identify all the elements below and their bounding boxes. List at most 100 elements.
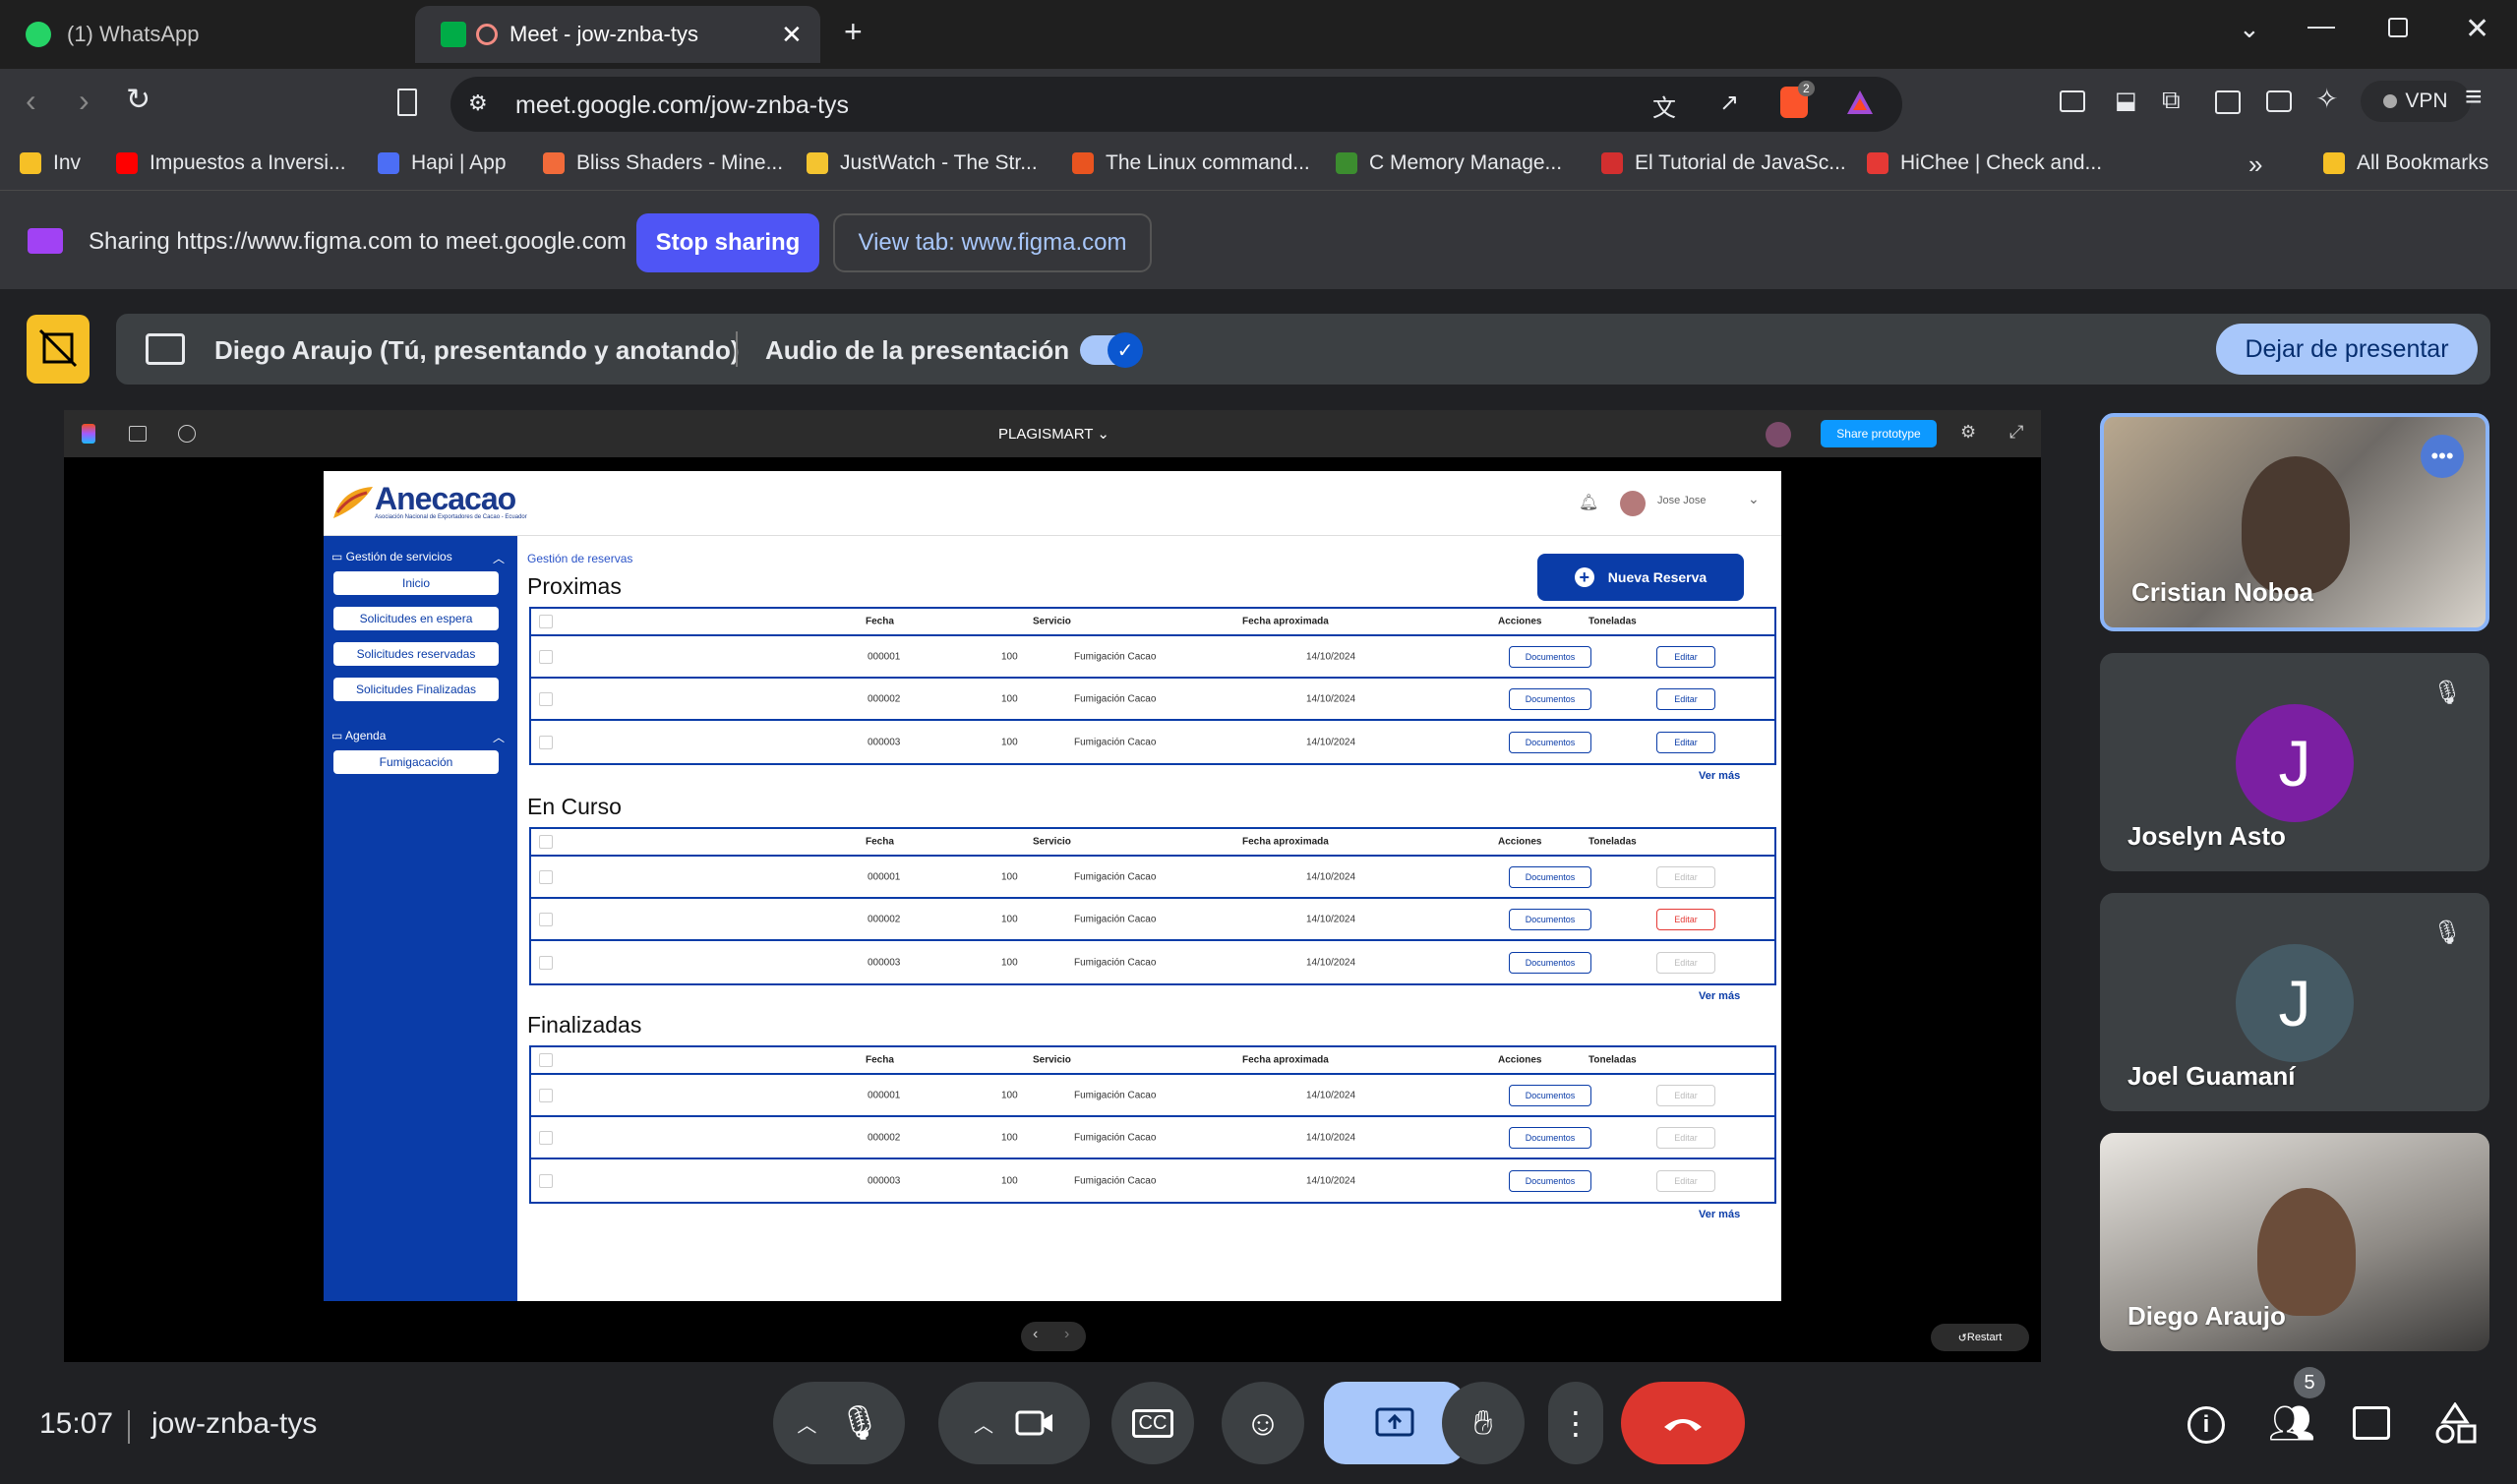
share-prototype-button[interactable]: Share prototype: [1821, 420, 1937, 447]
edit-button[interactable]: Editar: [1656, 1169, 1715, 1192]
restore-icon[interactable]: [2388, 18, 2408, 37]
bookmark-item[interactable]: Inv: [20, 151, 81, 175]
avatar[interactable]: [1766, 422, 1791, 447]
chevron-up-icon[interactable]: ︿: [797, 1409, 816, 1438]
participant-tile-joel[interactable]: J 🎙︎ Joel Guamaní: [2100, 893, 2489, 1111]
participant-tile-cristian[interactable]: ••• Cristian Noboa: [2100, 413, 2489, 631]
new-tab-icon[interactable]: +: [844, 14, 863, 50]
table-row[interactable]: 000001 Fumigación Cacao 14/10/2024 100 Docum…: [531, 857, 1774, 899]
menu-icon[interactable]: ≡: [2465, 81, 2483, 114]
row-checkbox[interactable]: [539, 1130, 553, 1145]
chevron-up-icon[interactable]: ︿: [974, 1409, 993, 1438]
row-checkbox[interactable]: [539, 912, 553, 926]
edit-button[interactable]: Editar: [1656, 1084, 1715, 1106]
more-options-button[interactable]: ⋮: [1548, 1382, 1603, 1464]
documents-button[interactable]: Documentos: [1509, 865, 1591, 888]
leave-call-button[interactable]: [1621, 1382, 1745, 1464]
fullscreen-icon[interactable]: ⤢: [2009, 422, 2023, 443]
sidebar-icon[interactable]: [2215, 90, 2241, 114]
tab-whatsapp[interactable]: (1) WhatsApp: [0, 6, 413, 63]
brave-rewards-icon[interactable]: [1845, 89, 1875, 116]
raise-hand-button[interactable]: ✋︎: [1442, 1382, 1525, 1464]
bookmark-item[interactable]: El Tutorial de JavaSc...: [1601, 151, 1846, 175]
presentation-audio-toggle[interactable]: ✓: [1080, 332, 1143, 368]
extensions-icon[interactable]: ⧉: [2162, 85, 2181, 116]
participant-tile-joselyn[interactable]: J 🎙︎ Joselyn Asto: [2100, 653, 2489, 871]
info-icon[interactable]: i: [2187, 1406, 2225, 1444]
select-all-checkbox[interactable]: [539, 615, 553, 628]
close-window-icon[interactable]: ✕: [2465, 12, 2489, 46]
reload-icon[interactable]: ↻: [126, 83, 150, 117]
table-row[interactable]: 000002 Fumigación Cacao 14/10/2024 100 Docum…: [531, 679, 1774, 721]
row-checkbox[interactable]: [539, 869, 553, 884]
address-bar[interactable]: ⚙ meet.google.com/jow-znba-tys 文 ↗ 2: [450, 77, 1902, 132]
select-all-checkbox[interactable]: [539, 1053, 553, 1067]
table-row[interactable]: 000002 Fumigación Cacao 14/10/2024 100 Docum…: [531, 1117, 1774, 1159]
figma-logo-icon[interactable]: [82, 424, 95, 444]
prev-frame-icon[interactable]: ‹: [1033, 1326, 1038, 1343]
participant-tile-diego[interactable]: Diego Araujo: [2100, 1133, 2489, 1351]
site-info-icon[interactable]: ⚙: [468, 90, 488, 116]
panel-toggle-icon[interactable]: [129, 426, 147, 442]
url-text[interactable]: meet.google.com/jow-znba-tys: [515, 91, 849, 120]
captions-button[interactable]: CC: [1111, 1382, 1194, 1464]
chat-icon[interactable]: [2353, 1406, 2390, 1440]
documents-button[interactable]: Documentos: [1509, 687, 1591, 710]
row-checkbox[interactable]: [539, 691, 553, 706]
documents-button[interactable]: Documentos: [1509, 731, 1591, 753]
presentation-warning-icon[interactable]: [27, 315, 90, 384]
bookmark-item[interactable]: HiChee | Check and...: [1867, 151, 2102, 175]
back-icon[interactable]: ‹: [26, 83, 36, 119]
more-bookmarks-icon[interactable]: »: [2248, 149, 2262, 180]
tab-meet[interactable]: Meet - jow-znba-tys ✕: [415, 6, 820, 63]
leo-ai-icon[interactable]: ✧: [2315, 83, 2338, 115]
table-row[interactable]: 000002 Fumigación Cacao 14/10/2024 100 Docum…: [531, 899, 1774, 941]
table-row[interactable]: 000001 Fumigación Cacao 14/10/2024 100 Docum…: [531, 636, 1774, 679]
documents-button[interactable]: Documentos: [1509, 1126, 1591, 1149]
people-icon[interactable]: 👥︎: [2268, 1402, 2315, 1446]
edit-button[interactable]: Editar: [1656, 731, 1715, 753]
reader-mode-icon[interactable]: [2060, 90, 2085, 112]
all-bookmarks[interactable]: All Bookmarks: [2323, 151, 2488, 175]
documents-button[interactable]: Documentos: [1509, 1084, 1591, 1106]
bookmark-item[interactable]: Hapi | App: [378, 151, 507, 175]
next-frame-icon[interactable]: ›: [1064, 1326, 1069, 1343]
bookmark-item[interactable]: The Linux command...: [1072, 151, 1310, 175]
row-checkbox[interactable]: [539, 1173, 553, 1188]
edit-button[interactable]: Editar: [1656, 908, 1715, 930]
wallet-icon[interactable]: [2266, 90, 2292, 112]
view-tab-button[interactable]: View tab: www.figma.com: [833, 213, 1152, 272]
settings-sliders-icon[interactable]: ⚙: [1960, 422, 1976, 443]
edit-button[interactable]: Editar: [1656, 951, 1715, 974]
bookmark-item[interactable]: JustWatch - The Str...: [807, 151, 1038, 175]
table-row[interactable]: 000003 Fumigación Cacao 14/10/2024 100 Docum…: [531, 1159, 1774, 1202]
table-row[interactable]: 000003 Fumigación Cacao 14/10/2024 100 Docum…: [531, 941, 1774, 983]
camera-control[interactable]: ︿: [938, 1382, 1090, 1464]
table-row[interactable]: 000001 Fumigación Cacao 14/10/2024 100 Docum…: [531, 1075, 1774, 1117]
vpn-button[interactable]: VPN: [2361, 81, 2471, 122]
tab-search-icon[interactable]: ⌄: [2239, 14, 2260, 44]
edit-button[interactable]: Editar: [1656, 645, 1715, 668]
see-more-link[interactable]: Ver más: [1699, 770, 1740, 782]
see-more-link[interactable]: Ver más: [1699, 1209, 1740, 1220]
translate-icon[interactable]: 文: [1652, 89, 1676, 123]
more-options-icon[interactable]: •••: [2421, 435, 2464, 478]
see-more-link[interactable]: Ver más: [1699, 990, 1740, 1002]
edit-button[interactable]: Editar: [1656, 865, 1715, 888]
bookmark-item[interactable]: Bliss Shaders - Mine...: [543, 151, 783, 175]
bookmark-icon[interactable]: [397, 89, 417, 116]
edit-button[interactable]: Editar: [1656, 687, 1715, 710]
documents-button[interactable]: Documentos: [1509, 645, 1591, 668]
bookmark-item[interactable]: C Memory Manage...: [1336, 151, 1562, 175]
bookmark-item[interactable]: Impuestos a Inversi...: [116, 151, 346, 175]
comment-icon[interactable]: [178, 425, 196, 443]
row-checkbox[interactable]: [539, 735, 553, 749]
stop-presenting-button[interactable]: Dejar de presentar: [2216, 324, 2478, 375]
edit-button[interactable]: Editar: [1656, 1126, 1715, 1149]
activities-icon[interactable]: [2433, 1402, 2477, 1444]
share-icon[interactable]: ↗: [1719, 89, 1739, 117]
reactions-button[interactable]: ☺: [1222, 1382, 1304, 1464]
tab-close-icon[interactable]: ✕: [781, 20, 803, 50]
row-checkbox[interactable]: [539, 955, 553, 970]
camera-icon[interactable]: [1015, 1408, 1054, 1438]
